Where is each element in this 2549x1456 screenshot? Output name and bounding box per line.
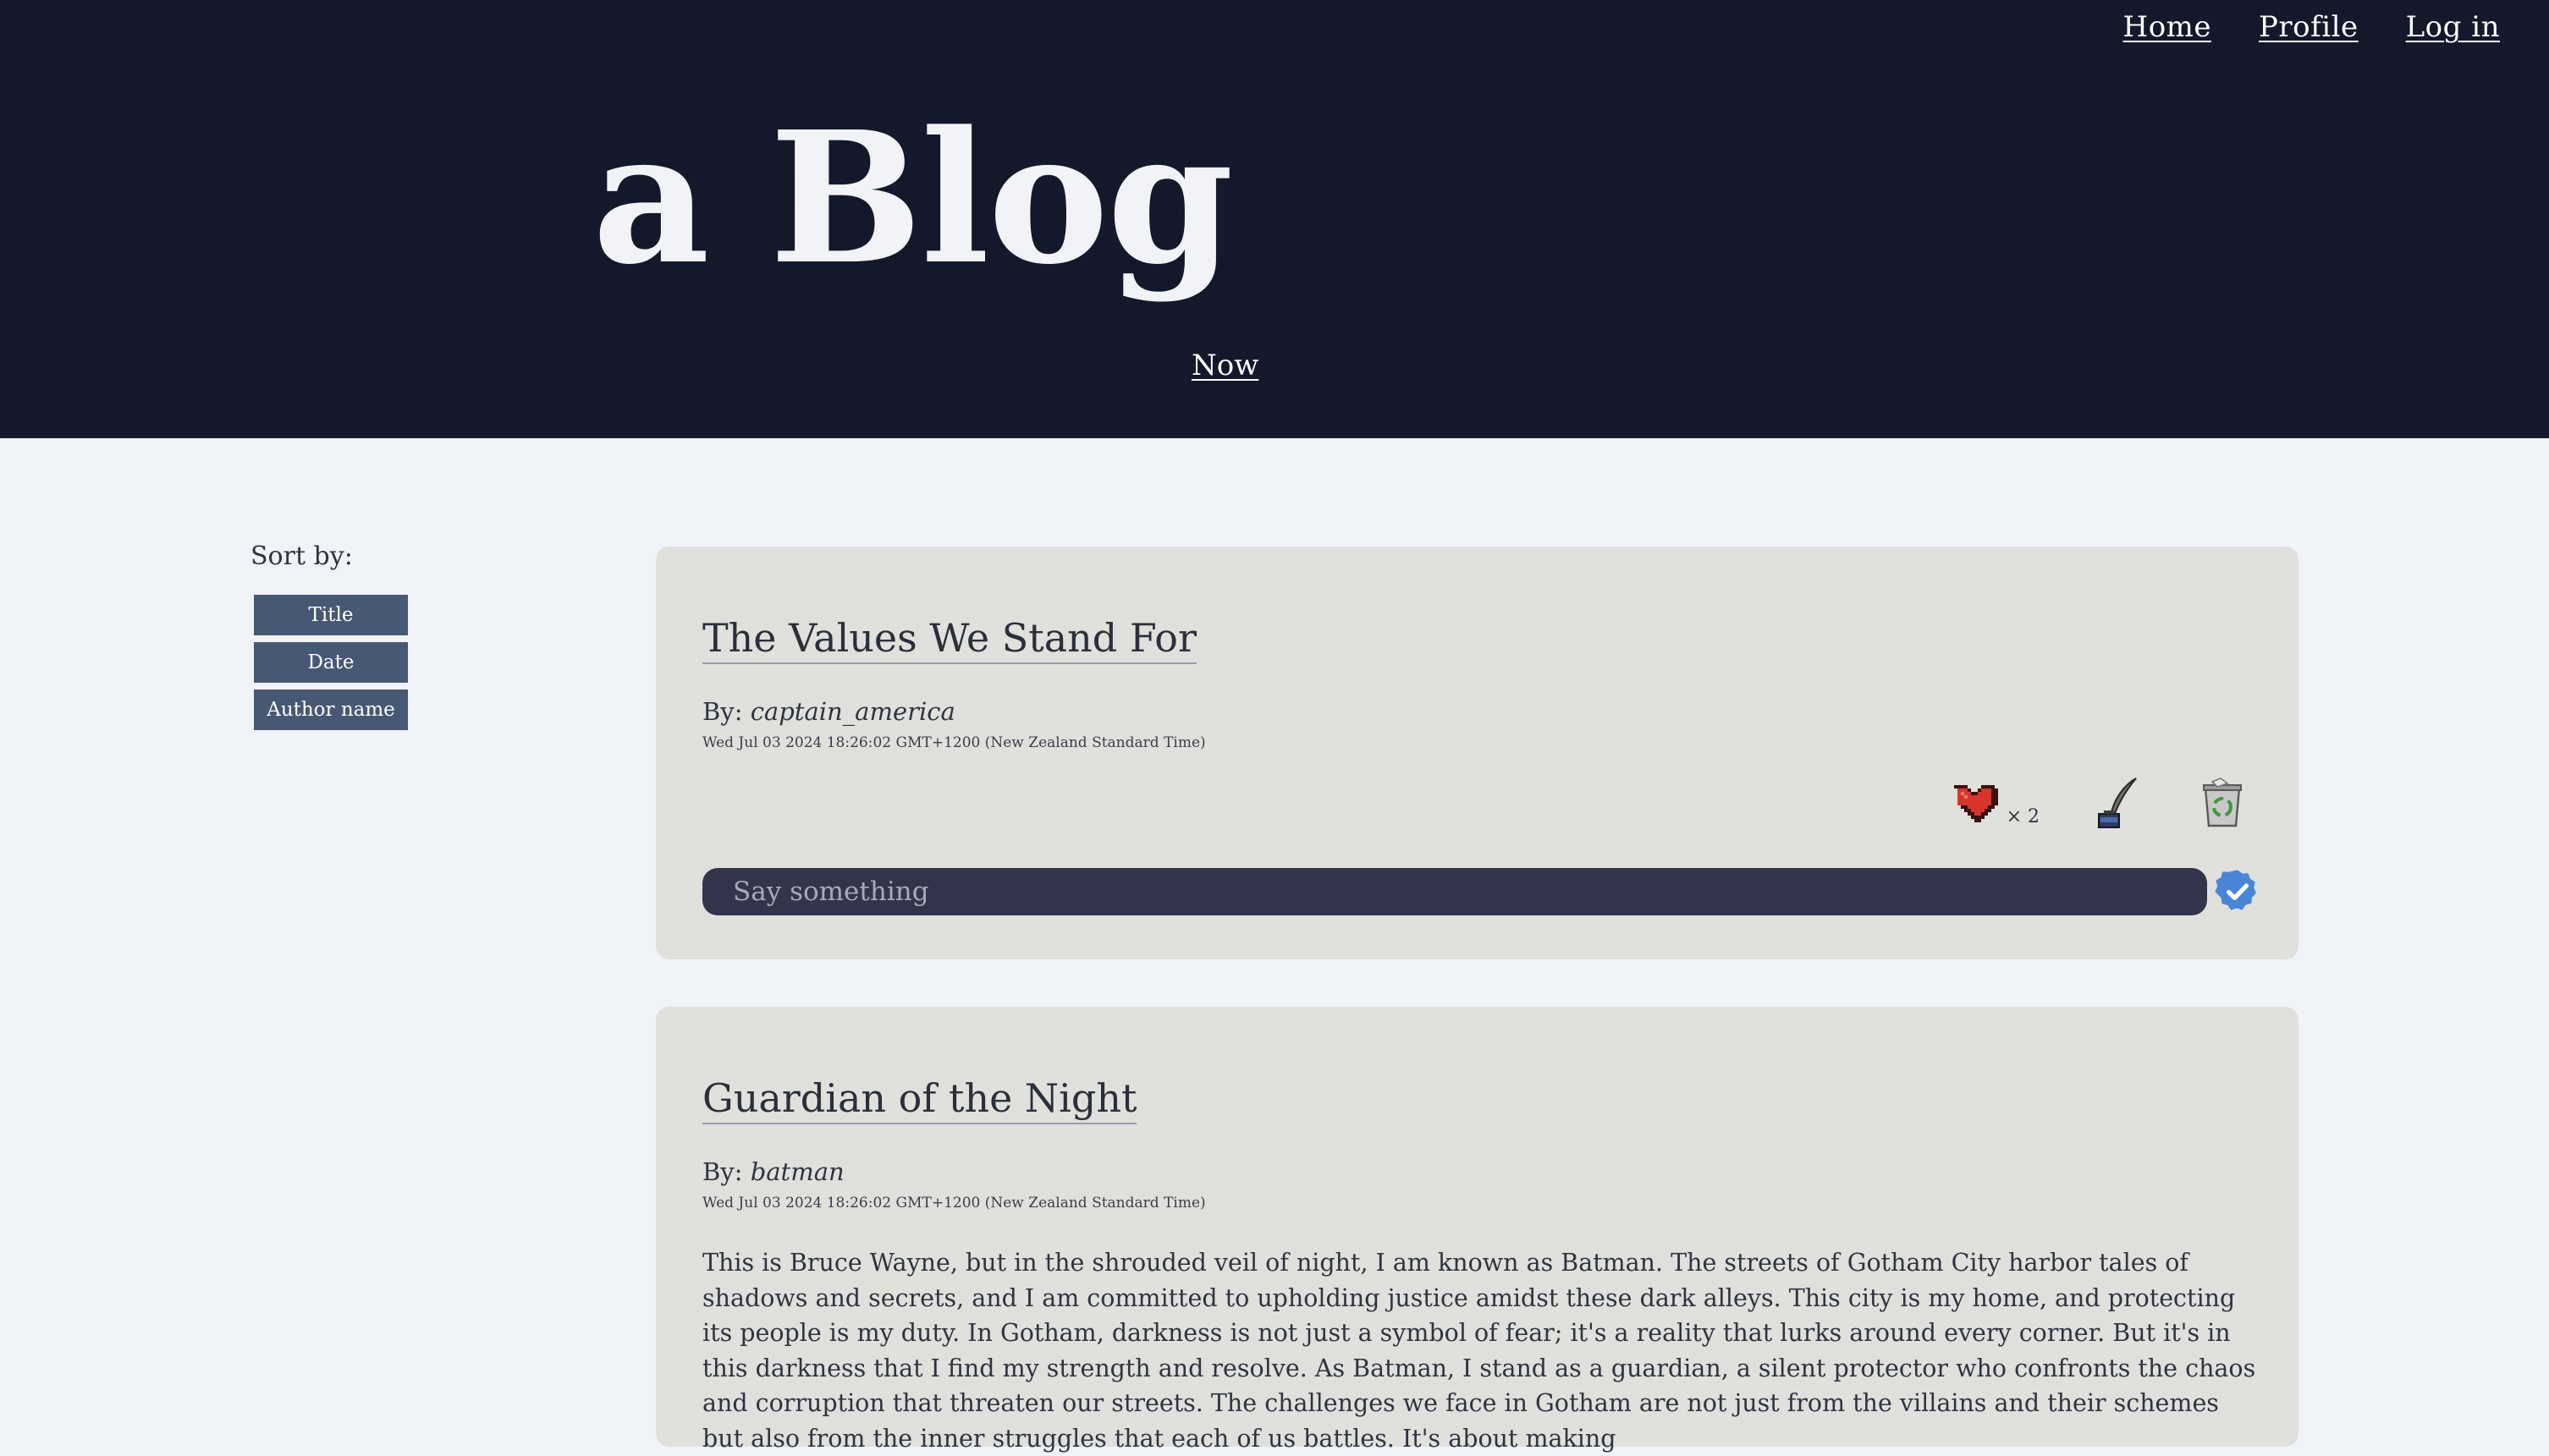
recycle-bin-icon[interactable]: [2195, 775, 2249, 829]
top-nav: Home Profile Log in: [2123, 10, 2500, 44]
post-timestamp: Wed Jul 03 2024 18:26:02 GMT+1200 (New Z…: [702, 734, 1206, 751]
site-title: a Blog: [592, 92, 1234, 305]
like-count: × 2: [2006, 806, 2040, 827]
post-card: Guardian of the Night By: batman Wed Jul…: [656, 1007, 2299, 1453]
site-header: Home Profile Log in a Blog Now: [0, 0, 2549, 438]
post-author: batman: [750, 1157, 845, 1186]
sort-sidebar: Sort by: Title Date Author name: [250, 541, 445, 737]
comment-row: [702, 868, 2261, 915]
nav-home-link[interactable]: Home: [2123, 10, 2211, 44]
post-actions: × 2: [1947, 775, 2249, 829]
sort-by-title-button[interactable]: Title: [254, 595, 408, 635]
post-author: captain_america: [750, 697, 955, 726]
comment-input[interactable]: [702, 868, 2207, 915]
post-byline: By: captain_america: [702, 697, 955, 726]
check-badge-icon[interactable]: [2214, 868, 2261, 915]
nav-login-link[interactable]: Log in: [2406, 10, 2500, 44]
post-timestamp: Wed Jul 03 2024 18:26:02 GMT+1200 (New Z…: [702, 1195, 1206, 1212]
post-title[interactable]: Guardian of the Night: [702, 1076, 1137, 1124]
post-body: This is Bruce Wayne, but in the shrouded…: [702, 1249, 2256, 1453]
heart-icon[interactable]: [1947, 775, 2001, 829]
sort-by-date-button[interactable]: Date: [254, 642, 408, 683]
quill-inkwell-icon[interactable]: [2090, 775, 2144, 829]
like-group: × 2: [1947, 775, 2040, 829]
post-title[interactable]: The Values We Stand For: [702, 616, 1197, 664]
now-link[interactable]: Now: [1192, 349, 1258, 382]
sort-label: Sort by:: [250, 541, 353, 571]
post-byline: By: batman: [702, 1157, 845, 1186]
nav-profile-link[interactable]: Profile: [2259, 10, 2359, 44]
by-label: By:: [702, 1157, 743, 1186]
sort-by-author-button[interactable]: Author name: [254, 690, 408, 730]
post-card: The Values We Stand For By: captain_amer…: [656, 547, 2299, 959]
by-label: By:: [702, 697, 743, 726]
